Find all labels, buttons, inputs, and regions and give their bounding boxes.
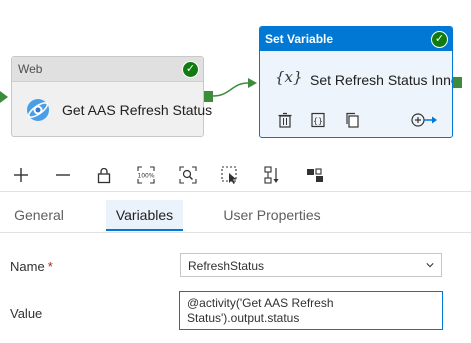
web-globe-icon [27, 99, 49, 121]
web-activity-name: Get AAS Refresh Status [62, 102, 213, 118]
copy-icon[interactable] [344, 112, 360, 128]
name-field-label: Name * [10, 259, 53, 274]
set-variable-type-label: Set Variable [265, 32, 334, 46]
add-icon[interactable] [11, 165, 31, 185]
set-variable-header: Set Variable ✓ [260, 27, 452, 51]
web-activity[interactable]: Web ✓ Get AAS Refresh Status [11, 56, 212, 137]
canvas-toolbar: 100% [0, 159, 471, 192]
delete-icon[interactable] [277, 112, 293, 128]
pipeline-canvas[interactable]: Web ✓ Get AAS Refresh Status Set Variabl… [0, 0, 471, 155]
name-label-text: Name [10, 259, 45, 274]
set-variable-activity[interactable]: Set Variable ✓ {x} Set Refresh Status In… [259, 26, 453, 138]
web-activity-type-label: Web [18, 62, 43, 76]
value-field-label: Value [10, 306, 43, 321]
lock-icon[interactable] [94, 165, 114, 185]
set-variable-activity-name: Set Refresh Status Inne [310, 72, 453, 88]
layout-icon[interactable] [305, 165, 325, 185]
properties-tabs: General Variables User Properties [0, 200, 471, 233]
zoom-100-label: 100% [137, 173, 154, 180]
tab-general[interactable]: General [0, 200, 78, 231]
tab-variables[interactable]: Variables [106, 200, 183, 231]
variable-value-textbox[interactable]: @activity('Get AAS Refresh Status').outp… [179, 291, 443, 330]
success-check-icon: ✓ [182, 61, 199, 78]
zoom-100-icon[interactable]: 100% [136, 165, 156, 185]
zoom-fit-icon[interactable] [178, 165, 198, 185]
required-marker: * [47, 259, 53, 274]
add-output-icon[interactable] [410, 112, 438, 128]
variable-name-value: RefreshStatus [188, 259, 265, 273]
variable-fx-icon: {x} [275, 68, 303, 86]
tab-user-properties[interactable]: User Properties [213, 200, 331, 231]
code-view-icon[interactable]: {} [310, 112, 326, 128]
remove-icon[interactable] [53, 165, 73, 185]
web-activity-header: Web ✓ [12, 57, 203, 82]
set-variable-output-port[interactable] [453, 77, 462, 88]
chevron-down-icon [426, 263, 434, 268]
variable-name-dropdown[interactable]: RefreshStatus [180, 253, 442, 277]
auto-align-icon[interactable] [262, 165, 282, 185]
select-icon[interactable] [220, 165, 240, 185]
svg-text:{}: {} [313, 117, 323, 126]
success-check-icon: ✓ [431, 31, 448, 48]
activity-connector-arrow [212, 78, 257, 97]
